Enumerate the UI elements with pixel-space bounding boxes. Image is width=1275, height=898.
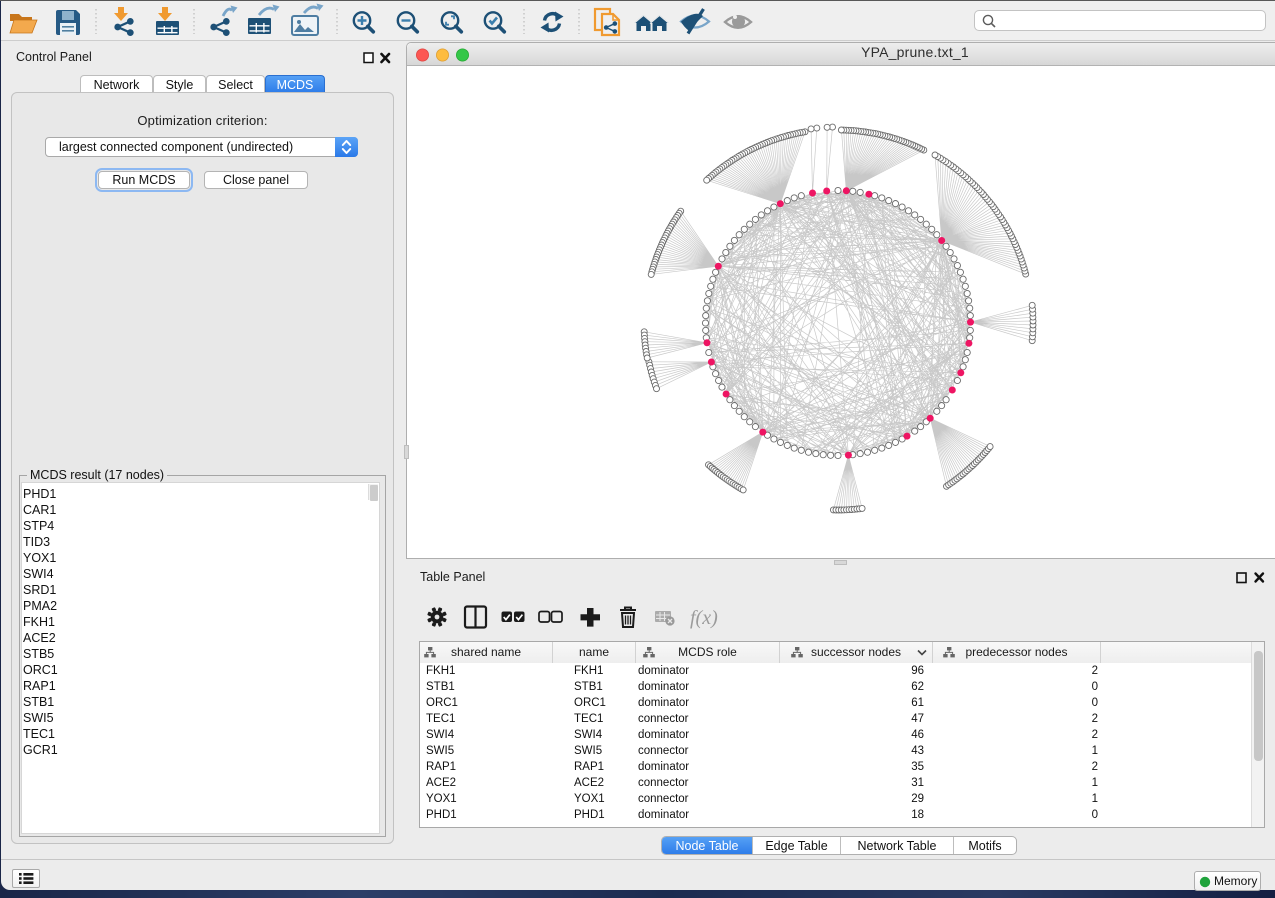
svg-text:f(x): f(x) (690, 607, 718, 629)
